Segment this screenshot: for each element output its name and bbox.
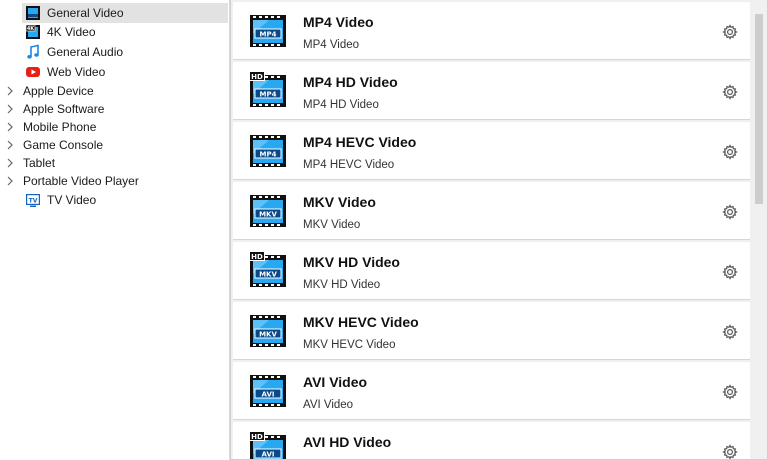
tree-item-label: General Audio <box>47 45 124 59</box>
format-card[interactable]: MP4 HD MP4 HD Video MP4 HD Video <box>233 62 750 120</box>
format-subtitle: MP4 HEVC Video <box>303 159 395 171</box>
tree-group-game-console[interactable]: Game Console <box>6 135 226 155</box>
video-format-icon: AVI <box>249 372 287 410</box>
chevron-right-icon[interactable] <box>6 122 14 132</box>
hd-tag-text: HD <box>251 73 263 81</box>
video-format-icon: MKV <box>249 192 287 230</box>
format-subtitle: MP4 HD Video <box>303 99 379 111</box>
tree-item-tv-video[interactable]: TV TV Video <box>22 190 228 210</box>
format-badge-text: MP4 <box>260 90 277 98</box>
format-title: MKV Video <box>303 194 376 210</box>
format-badge-text: MP4 <box>260 30 277 38</box>
gear-icon[interactable] <box>722 264 738 280</box>
video-format-icon: MKV <box>249 312 287 350</box>
hd-tag-text: HD <box>251 253 263 261</box>
4k-tag-text: 4K <box>27 26 35 32</box>
format-title: MKV HEVC Video <box>303 314 419 330</box>
gear-icon[interactable] <box>722 384 738 400</box>
chevron-right-icon[interactable] <box>6 86 14 96</box>
hd-tag-text: HD <box>251 433 263 441</box>
format-subtitle: MKV HD Video <box>303 279 381 291</box>
chevron-right-icon[interactable] <box>6 104 14 114</box>
hd-tag-icon: HD <box>249 251 265 261</box>
category-tree: General Video 4K 4K Video General Audio Web … <box>0 0 230 460</box>
video-format-icon: MP4 <box>249 12 287 50</box>
tree-group-mobile-phone[interactable]: Mobile Phone <box>6 117 226 137</box>
youtube-icon <box>25 64 41 80</box>
format-list: AVI HD AVI HD Video AVI HD Video AVI <box>230 0 768 460</box>
tree-group-label: Mobile Phone <box>23 120 97 134</box>
tree-group-label: Portable Video Player <box>23 174 139 188</box>
format-title: MP4 HD Video <box>303 74 398 90</box>
format-title: MP4 Video <box>303 14 374 30</box>
scrollbar-thumb[interactable] <box>755 14 763 204</box>
format-card[interactable]: MKV MKV HEVC Video MKV HEVC Video <box>233 302 750 360</box>
chevron-right-icon[interactable] <box>6 140 14 150</box>
tree-group-tablet[interactable]: Tablet <box>6 153 226 173</box>
4k-video-icon: 4K <box>25 24 41 40</box>
format-subtitle: AVI Video <box>303 399 354 411</box>
hd-tag-icon: HD <box>249 431 265 441</box>
gear-icon[interactable] <box>722 24 738 40</box>
format-subtitle: MKV Video <box>303 219 361 231</box>
format-title: MKV HD Video <box>303 254 400 270</box>
tree-group-apple-software[interactable]: Apple Software <box>6 99 226 119</box>
chevron-right-icon[interactable] <box>6 158 14 168</box>
gear-icon[interactable] <box>722 444 738 459</box>
format-title: AVI HD Video <box>303 434 392 450</box>
music-note-icon <box>25 44 41 60</box>
tree-item-label: General Video <box>47 6 124 20</box>
gear-icon[interactable] <box>722 144 738 160</box>
tree-group-label: Game Console <box>23 138 104 152</box>
tree-item-label: TV Video <box>47 193 97 207</box>
format-badge-text: MKV <box>259 330 277 338</box>
format-card[interactable]: MKV HD MKV HD Video MKV HD Video <box>233 242 750 300</box>
tree-group-apple-device[interactable]: Apple Device <box>6 81 226 101</box>
format-badge-text: MP4 <box>260 150 277 158</box>
tree-group-label: Tablet <box>23 156 56 170</box>
tv-icon: TV <box>25 192 41 208</box>
format-card[interactable]: MKV MKV Video MKV Video <box>233 182 750 240</box>
tree-item-label: 4K Video <box>47 25 96 39</box>
hd-tag-icon: HD <box>249 71 265 81</box>
chevron-right-icon[interactable] <box>6 176 14 186</box>
format-badge-text: MKV <box>259 210 277 218</box>
format-subtitle: MKV HEVC Video <box>303 339 396 351</box>
gear-icon[interactable] <box>722 324 738 340</box>
format-badge-text: AVI <box>262 390 275 398</box>
general-video-icon <box>25 5 41 21</box>
gear-icon[interactable] <box>722 84 738 100</box>
format-badge-text: AVI <box>262 450 275 458</box>
format-card[interactable]: AVI AVI Video AVI Video <box>233 362 750 420</box>
format-title: MP4 HEVC Video <box>303 134 417 150</box>
format-card[interactable]: AVI HD AVI HD Video AVI HD Video <box>233 422 750 459</box>
tree-item-4k-video[interactable]: 4K 4K Video <box>22 22 228 42</box>
format-title: AVI Video <box>303 374 368 390</box>
tv-tag-text: TV <box>29 198 38 205</box>
video-format-icon: MP4 <box>249 132 287 170</box>
gear-icon[interactable] <box>722 204 738 220</box>
format-subtitle: MP4 Video <box>303 39 360 51</box>
tree-group-portable-video-player[interactable]: Portable Video Player <box>6 171 226 191</box>
tree-group-label: Apple Software <box>23 102 105 116</box>
format-card[interactable]: MP4 MP4 Video MP4 Video <box>233 2 750 60</box>
scrollbar[interactable] <box>751 0 767 459</box>
tree-item-label: Web Video <box>47 65 106 79</box>
tree-item-general-audio[interactable]: General Audio <box>22 42 228 62</box>
format-badge-text: MKV <box>259 270 277 278</box>
tree-item-web-video[interactable]: Web Video <box>22 62 228 82</box>
format-card[interactable]: MP4 MP4 HEVC Video MP4 HEVC Video <box>233 122 750 180</box>
tree-group-label: Apple Device <box>23 84 94 98</box>
tree-item-general-video[interactable]: General Video <box>22 3 228 23</box>
